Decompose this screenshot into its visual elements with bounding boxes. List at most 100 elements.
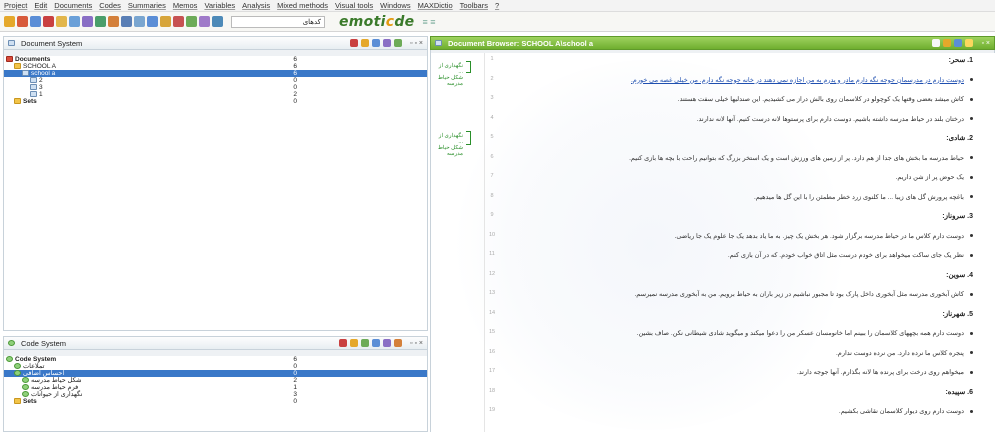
line-number: 19 bbox=[488, 407, 496, 413]
paragraph-line[interactable]: دوست دارم کلاس ما در حیاط مدرسه برگزار ش… bbox=[675, 232, 973, 240]
paragraph-line[interactable]: درختان بلند در حیاط مدرسه داشته باشیم. د… bbox=[697, 115, 973, 123]
section-heading[interactable]: 1. سحر: bbox=[949, 56, 973, 64]
paragraph-line[interactable]: کاش میشد بعضی وقتها یک کوچولو در کلاسمان… bbox=[678, 95, 973, 103]
save-icon[interactable] bbox=[30, 16, 41, 27]
settings-icon[interactable] bbox=[965, 39, 974, 47]
variables-icon[interactable] bbox=[173, 16, 184, 27]
menu-item[interactable]: Windows bbox=[380, 1, 410, 10]
pencil-icon[interactable] bbox=[56, 16, 67, 27]
search-icon[interactable] bbox=[954, 39, 963, 47]
edit-icon[interactable] bbox=[943, 39, 952, 47]
section-heading[interactable]: 5. شهرناز: bbox=[942, 310, 973, 318]
emoticode-logo: emoticde bbox=[339, 14, 414, 30]
visual-tools-icon[interactable] bbox=[212, 16, 223, 27]
panel-controls[interactable]: ▫ × bbox=[981, 40, 990, 47]
code-stripe[interactable] bbox=[466, 61, 471, 73]
line-number: 8 bbox=[490, 192, 494, 199]
memo-icon[interactable] bbox=[108, 16, 119, 27]
tree-item[interactable]: Documents 6 bbox=[4, 56, 427, 63]
export-icon[interactable] bbox=[372, 339, 381, 347]
panel-controls[interactable]: ▫ ▫ × bbox=[410, 40, 423, 47]
menu-item[interactable]: Edit bbox=[34, 1, 47, 10]
tree-item[interactable]: Code System 6 bbox=[4, 356, 427, 363]
menu-item[interactable]: Project bbox=[4, 1, 27, 10]
search-icon[interactable] bbox=[383, 339, 392, 347]
menu-item[interactable]: Analysis bbox=[242, 1, 270, 10]
delete-icon[interactable] bbox=[339, 339, 348, 347]
line-text: 3. سروناز: bbox=[942, 213, 973, 220]
tree-item[interactable]: 12 bbox=[4, 91, 427, 98]
tree-item[interactable]: نگهداری از حیوانات 3 bbox=[4, 391, 427, 398]
paragraph-line[interactable]: کاش آبخوری مدرسه مثل آبخوری داخل پارک بو… bbox=[634, 290, 973, 298]
import-icon[interactable] bbox=[69, 16, 80, 27]
color-icon[interactable] bbox=[361, 339, 370, 347]
section-heading[interactable]: 6. سپیده: bbox=[945, 388, 973, 396]
activate-icon[interactable] bbox=[394, 39, 403, 47]
tree-item-label: تملاعات bbox=[23, 363, 45, 370]
paragraph-line[interactable]: میخواهم روی درخت برای پرنده ها لانه بگذا… bbox=[797, 368, 973, 376]
memo-icon[interactable] bbox=[394, 339, 403, 347]
tree-item[interactable]: 20 bbox=[4, 77, 427, 84]
search-icon[interactable] bbox=[82, 16, 93, 27]
section-heading[interactable]: 2. شادی: bbox=[946, 134, 973, 142]
tree-item[interactable]: school a 6 bbox=[4, 70, 427, 77]
tree-item[interactable]: فرم حیاط مدرسه 1 bbox=[4, 384, 427, 391]
paragraph-line[interactable]: نظر یک جای ساکت میخواهد برای خودم درست م… bbox=[728, 251, 973, 259]
tree-item-count: 6 bbox=[293, 63, 297, 70]
grid-icon[interactable] bbox=[134, 16, 145, 27]
paragraph-line[interactable]: یک حوض پر از شن داریم. bbox=[896, 173, 973, 181]
open-project-icon[interactable] bbox=[4, 16, 15, 27]
new-code-icon[interactable] bbox=[350, 339, 359, 347]
tree-item-count: 0 bbox=[293, 77, 297, 84]
paragraph-line[interactable]: دوست دارم در مدرسمان جوجه نگه دارم مادر … bbox=[631, 76, 973, 84]
menu-item[interactable]: Variables bbox=[204, 1, 235, 10]
menu-item[interactable]: Visual tools bbox=[335, 1, 373, 10]
paragraph-line[interactable]: حیاط مدرسه ما بخش های جدا از هم دارد. پر… bbox=[629, 154, 973, 162]
tree-item[interactable]: SCHOOL A 6 bbox=[4, 63, 427, 70]
print-icon[interactable] bbox=[932, 39, 941, 47]
chart-icon[interactable] bbox=[147, 16, 158, 27]
emoticon-picker-icon[interactable]: ≡ ≡ bbox=[422, 17, 435, 27]
menu-item[interactable]: Memos bbox=[173, 1, 198, 10]
panel-controls[interactable]: ▫ ▫ × bbox=[410, 340, 423, 347]
import-icon[interactable] bbox=[361, 39, 370, 47]
code-selector[interactable]: کدهای bbox=[231, 15, 325, 28]
search-icon[interactable] bbox=[383, 39, 392, 47]
menu-item[interactable]: Summaries bbox=[128, 1, 166, 10]
menu-item[interactable]: Codes bbox=[99, 1, 121, 10]
tree-item[interactable]: 30 bbox=[4, 84, 427, 91]
line-text: حیاط مدرسه ما بخش های جدا از هم دارد. پر… bbox=[629, 154, 964, 162]
map-icon[interactable] bbox=[160, 16, 171, 27]
menu-item[interactable]: Mixed methods bbox=[277, 1, 328, 10]
tree-item-label-wrap: 3 bbox=[30, 84, 43, 91]
retrieve-icon[interactable] bbox=[95, 16, 106, 27]
tree-item-label: Documents bbox=[15, 56, 51, 63]
line-number: 4 bbox=[490, 114, 494, 121]
code-stripe[interactable] bbox=[466, 131, 471, 145]
mixed-methods-icon[interactable] bbox=[199, 16, 210, 27]
tree-item[interactable]: احساس اضافی 0 bbox=[4, 370, 427, 377]
tree-item-label: Sets bbox=[23, 98, 37, 105]
paragraph-line[interactable]: باغچه پرورش گل های زیبا ... ما کلنوی زرد… bbox=[754, 193, 973, 201]
tree-item[interactable]: شکل حیاط مدرسه 2 bbox=[4, 377, 427, 384]
table-icon[interactable] bbox=[121, 16, 132, 27]
tree-item[interactable]: Sets 0 bbox=[4, 398, 427, 405]
paragraph-line[interactable]: پنجره کلاس ما نرده دارد. من نرده دوست ند… bbox=[836, 349, 973, 357]
section-heading[interactable]: 4. سوین: bbox=[946, 271, 973, 279]
tree-item[interactable]: Sets 0 bbox=[4, 98, 427, 105]
menu-item[interactable]: MAXDictio bbox=[418, 1, 453, 10]
paragraph-line[interactable]: دوست دارم همه بچههای کلاسمان را ببینم ام… bbox=[637, 329, 973, 337]
menu-item[interactable]: Toolbars bbox=[460, 1, 488, 10]
delete-icon[interactable] bbox=[350, 39, 359, 47]
export-icon[interactable] bbox=[372, 39, 381, 47]
menu-item[interactable]: ? bbox=[495, 1, 499, 10]
section-heading[interactable]: 3. سروناز: bbox=[942, 212, 973, 220]
new-project-icon[interactable] bbox=[17, 16, 28, 27]
paragraph-line[interactable]: دوست دارم روی دیوار کلاسمان نقاشی بکشیم. bbox=[839, 407, 973, 415]
delete-icon[interactable] bbox=[43, 16, 54, 27]
line-number: 6 bbox=[490, 153, 494, 160]
line-text: 5. شهرناز: bbox=[942, 310, 973, 318]
tree-item[interactable]: تملاعات 0 bbox=[4, 363, 427, 370]
menu-item[interactable]: Documents bbox=[54, 1, 92, 10]
codes-icon[interactable] bbox=[186, 16, 197, 27]
